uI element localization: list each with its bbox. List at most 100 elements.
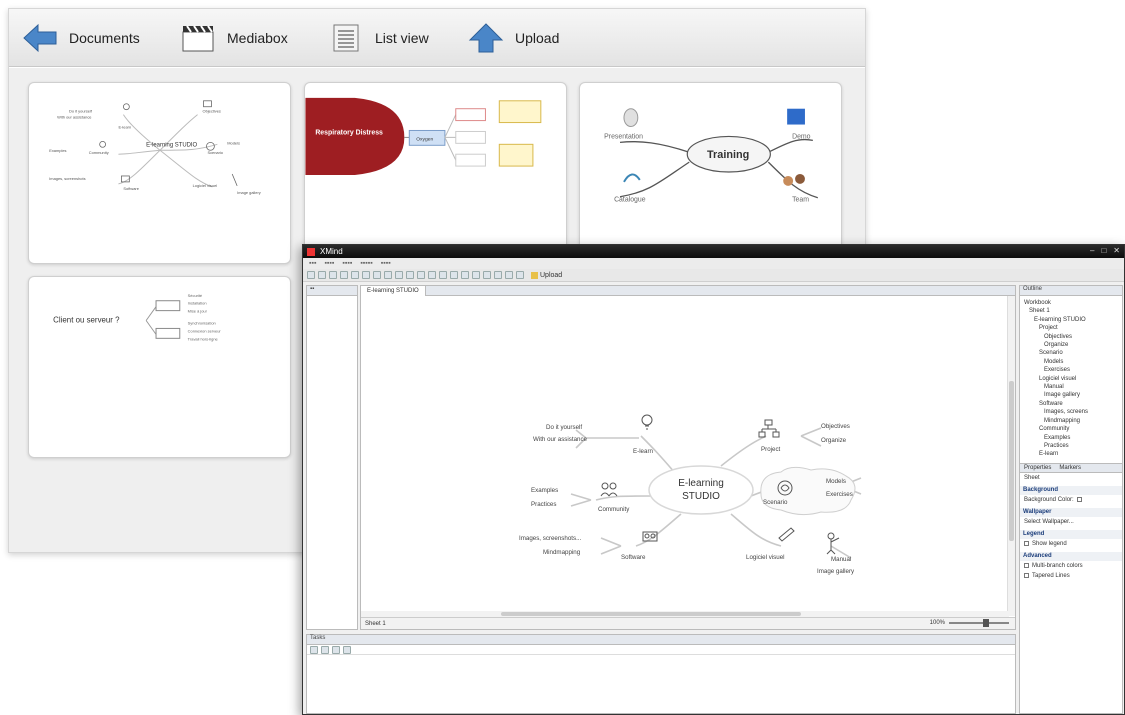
upload-button[interactable]: Upload: [467, 19, 559, 57]
zoom-out-icon[interactable]: [505, 271, 513, 279]
redo-icon[interactable]: [351, 271, 359, 279]
outline-item[interactable]: Exercises: [1024, 366, 1120, 374]
vscroll-thumb[interactable]: [1009, 381, 1014, 541]
menu-item[interactable]: ▪▪▪▪: [381, 260, 391, 267]
outline-item[interactable]: Image gallery: [1024, 391, 1120, 399]
sheet-tab[interactable]: Sheet 1: [365, 621, 386, 627]
image-icon[interactable]: [461, 271, 469, 279]
svg-text:Objectives: Objectives: [203, 109, 221, 114]
subtopic-icon[interactable]: [406, 271, 414, 279]
menu-item[interactable]: ▪▪▪▪: [324, 260, 334, 267]
outline-item[interactable]: Project: [1024, 324, 1120, 332]
task-tool-icon[interactable]: [332, 646, 340, 654]
outline-item[interactable]: Images, screens: [1024, 408, 1120, 416]
note-icon[interactable]: [483, 271, 491, 279]
left-pane-tab[interactable]: ▪▪: [307, 286, 357, 296]
mini-center: E-learning STUDIO: [146, 142, 197, 148]
summary-icon[interactable]: [439, 271, 447, 279]
marker-icon[interactable]: [450, 271, 458, 279]
outline-item[interactable]: Mindmapping: [1024, 417, 1120, 425]
zoom-control[interactable]: 100%: [930, 619, 1009, 627]
map-canvas[interactable]: E-learning STUDIO E-learning STUDIO Do i…: [360, 285, 1016, 630]
link-icon[interactable]: [472, 271, 480, 279]
close-icon[interactable]: ✕: [1113, 246, 1120, 255]
svg-text:Installation: Installation: [188, 301, 207, 306]
task-tool-icon[interactable]: [321, 646, 329, 654]
wallpaper-select[interactable]: Select Wallpaper...: [1020, 517, 1122, 527]
menu-item[interactable]: ▪▪▪: [309, 260, 316, 267]
paste-icon[interactable]: [384, 271, 392, 279]
section-legend[interactable]: Legend: [1020, 529, 1122, 539]
markers-tab[interactable]: Markers: [1059, 465, 1081, 471]
new-icon[interactable]: [307, 271, 315, 279]
outline-item[interactable]: Models: [1024, 358, 1120, 366]
copy-icon[interactable]: [373, 271, 381, 279]
outline-item[interactable]: Software: [1024, 400, 1120, 408]
show-legend-label: Show legend: [1032, 540, 1067, 547]
bg-color-swatch[interactable]: [1076, 497, 1082, 503]
show-legend-checkbox[interactable]: [1024, 541, 1029, 547]
canvas-tab[interactable]: E-learning STUDIO: [361, 285, 426, 296]
zoom-in-icon[interactable]: [494, 271, 502, 279]
outline-item[interactable]: Workbook: [1024, 299, 1120, 307]
topic-icon[interactable]: [395, 271, 403, 279]
svg-text:Image gallery: Image gallery: [237, 190, 261, 195]
outline-item[interactable]: Community: [1024, 425, 1120, 433]
multi-branch-row[interactable]: Multi-branch colors: [1020, 561, 1122, 571]
training-center: Training: [707, 149, 749, 161]
cut-icon[interactable]: [362, 271, 370, 279]
tasks-tab[interactable]: Tasks: [307, 635, 1015, 645]
outline-item[interactable]: Organize: [1024, 341, 1120, 349]
card-client-map[interactable]: Client ou serveur ? Sécurité Installation…: [28, 276, 291, 458]
properties-tab[interactable]: Properties: [1024, 465, 1051, 471]
outline-item[interactable]: E-learn: [1024, 450, 1120, 458]
open-icon[interactable]: [318, 271, 326, 279]
card-elearning-map[interactable]: E-learning STUDIO Do it yourself With our…: [28, 82, 291, 264]
undo-icon[interactable]: [340, 271, 348, 279]
tapered-row[interactable]: Tapered Lines: [1020, 571, 1122, 581]
multi-branch-checkbox[interactable]: [1024, 563, 1029, 569]
menu-item[interactable]: ▪▪▪▪▪: [360, 260, 372, 267]
maximize-icon[interactable]: □: [1101, 246, 1106, 255]
section-advanced[interactable]: Advanced: [1020, 551, 1122, 561]
svg-text:Images, screenshots: Images, screenshots: [49, 176, 85, 181]
outline-item[interactable]: Objectives: [1024, 333, 1120, 341]
outline-item[interactable]: Logiciel visuel: [1024, 375, 1120, 383]
boundary-icon[interactable]: [428, 271, 436, 279]
outline-item[interactable]: Manual: [1024, 383, 1120, 391]
node-objectives: Objectives: [821, 423, 850, 430]
editor-upload-button[interactable]: Upload: [531, 271, 562, 279]
tapered-checkbox[interactable]: [1024, 573, 1029, 579]
task-tool-icon[interactable]: [310, 646, 318, 654]
card-respiratory-map[interactable]: Respiratory Distress Oxygen: [304, 82, 567, 264]
training-demo: Demo: [792, 133, 811, 140]
card-training-map[interactable]: Training Presentation Demo Catalogue Tea…: [579, 82, 842, 264]
outline-item[interactable]: Scenario: [1024, 349, 1120, 357]
documents-button[interactable]: Documents: [21, 19, 140, 57]
clapperboard-icon: [179, 21, 217, 55]
outline-tab[interactable]: Outline: [1020, 286, 1122, 296]
outline-item[interactable]: Practices: [1024, 442, 1120, 450]
hscroll-thumb[interactable]: [501, 612, 801, 616]
save-icon[interactable]: [329, 271, 337, 279]
node-images: Images, screenshots...: [519, 535, 582, 542]
outline-item[interactable]: Examples: [1024, 434, 1120, 442]
fit-icon[interactable]: [516, 271, 524, 279]
canvas-vscroll[interactable]: [1007, 296, 1015, 616]
svg-text:Mise à jour: Mise à jour: [188, 309, 208, 314]
minimize-icon[interactable]: –: [1090, 246, 1094, 255]
menubar: ▪▪▪ ▪▪▪▪ ▪▪▪▪ ▪▪▪▪▪ ▪▪▪▪: [303, 258, 1124, 269]
mediabox-button[interactable]: Mediabox: [179, 19, 288, 57]
outline-item[interactable]: E-learning STUDIO: [1024, 316, 1120, 324]
list-view-button[interactable]: List view: [327, 19, 429, 57]
section-background[interactable]: Background: [1020, 485, 1122, 495]
outline-item[interactable]: Sheet 1: [1024, 307, 1120, 315]
zoom-slider[interactable]: [949, 619, 1009, 627]
show-legend-row[interactable]: Show legend: [1020, 539, 1122, 549]
section-wallpaper[interactable]: Wallpaper: [1020, 507, 1122, 517]
menu-item[interactable]: ▪▪▪▪: [342, 260, 352, 267]
clapper-icon: [787, 108, 805, 125]
task-tool-icon[interactable]: [343, 646, 351, 654]
relationship-icon[interactable]: [417, 271, 425, 279]
zoom-knob[interactable]: [983, 619, 989, 627]
